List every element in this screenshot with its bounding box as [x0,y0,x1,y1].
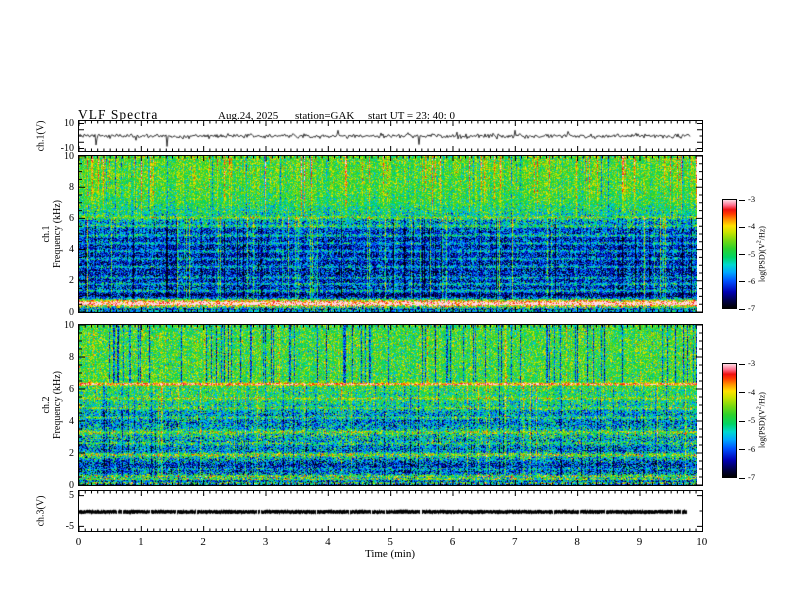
ytick-label: 8 [69,351,74,363]
ch3-voltage-panel [78,490,703,532]
xtick-label: 0 [75,536,82,548]
ch1-channel-label: ch.1 [41,225,52,243]
colorbar-tick [739,308,745,310]
ytick-label: 8 [69,181,74,193]
colorbar-tick-label: -4 [748,221,756,232]
colorbar-tick [739,226,745,228]
colorbar-tick-label: -7 [748,303,756,313]
ytick-label: 6 [69,383,74,395]
colorbar-tick [739,363,745,365]
colorbar-tick [739,392,745,393]
ch2-frequency-axis-label: Frequency (kHz) [52,370,63,440]
colorbar-tick-label: -3 [748,194,756,204]
colorbar-tick-label: -4 [748,386,756,397]
xtick-label: 4 [325,536,331,548]
ch1-frequency-axis-label: Frequency (kHz) [52,199,63,269]
ytick-label: 2 [69,447,74,459]
colorbar-label-post: /Hz) [757,226,767,241]
xtick-label: 2 [200,536,206,548]
ytick-label: -5 [65,520,74,532]
ytick-label: 0 [69,479,74,491]
ytick-label: 10 [64,319,74,331]
xtick-label: 9 [636,536,643,548]
ch2-frequency-ylabel: ch.2 Frequency (kHz) [41,371,63,439]
ch2-channel-label: ch.2 [41,396,52,414]
colorbar-tick-label: -3 [748,358,756,368]
xtick-label: 6 [449,536,456,548]
colorbar-tick-label: -6 [748,443,756,454]
xtick-label: 7 [512,536,518,548]
ytick-label: 2 [69,275,74,287]
ch2-spectrogram-canvas [79,325,697,485]
colorbar-tick-label: -6 [748,275,756,286]
ch1-spectrogram-canvas [79,156,697,312]
xtick-label: 1 [138,536,144,548]
xtick-label: 3 [262,536,269,548]
colorbar-tick-label: -5 [748,248,756,259]
ch2-spectrogram-panel [78,324,703,486]
ytick-label: 10 [64,118,74,129]
xtick-label: 8 [574,536,580,548]
xtick-label: 10 [696,536,708,548]
colorbar-ch2 [722,363,737,478]
colorbar-ch2-label: log(PSD)(V2/Hz) [755,392,768,448]
ch1-frequency-ylabel: ch.1 Frequency (kHz) [41,200,63,268]
colorbar-ch1-label: log(PSD)(V2/Hz) [755,226,768,282]
ch1-voltage-panel [78,120,703,152]
colorbar-label-pre: log(PSD)(V [757,243,767,282]
ytick-label: 10 [64,150,74,162]
colorbar-label-sup: 2 [756,240,763,244]
ch1-spectrogram-panel [78,155,703,313]
colorbar-tick-label: -5 [748,415,756,425]
vlf-spectra-figure: VLF Spectra Aug.24, 2025 station=GAK sta… [0,0,792,612]
colorbar-label-sup: 2 [756,406,763,410]
ch1-waveform-canvas [79,121,697,151]
colorbar-label-pre: log(PSD)(V [757,409,767,448]
ytick-label: 4 [69,415,74,427]
colorbar-label-post: /Hz) [757,392,767,407]
ytick-label: 0 [69,306,74,318]
ch3-waveform-canvas [79,491,697,531]
ytick-label: 5 [69,490,74,502]
ytick-label: 6 [69,212,74,224]
colorbar-tick-label: -7 [748,472,756,482]
colorbar-ch1 [722,199,737,309]
xtick-label: 5 [387,536,393,548]
colorbar-tick [739,281,745,283]
colorbar-tick [739,420,745,422]
ytick-label: 4 [69,244,74,256]
colorbar-tick [739,449,745,450]
colorbar-tick [739,477,745,479]
colorbar-tick [739,199,745,201]
colorbar-tick [739,254,745,255]
time-axis-title: Time (min) [364,548,415,560]
